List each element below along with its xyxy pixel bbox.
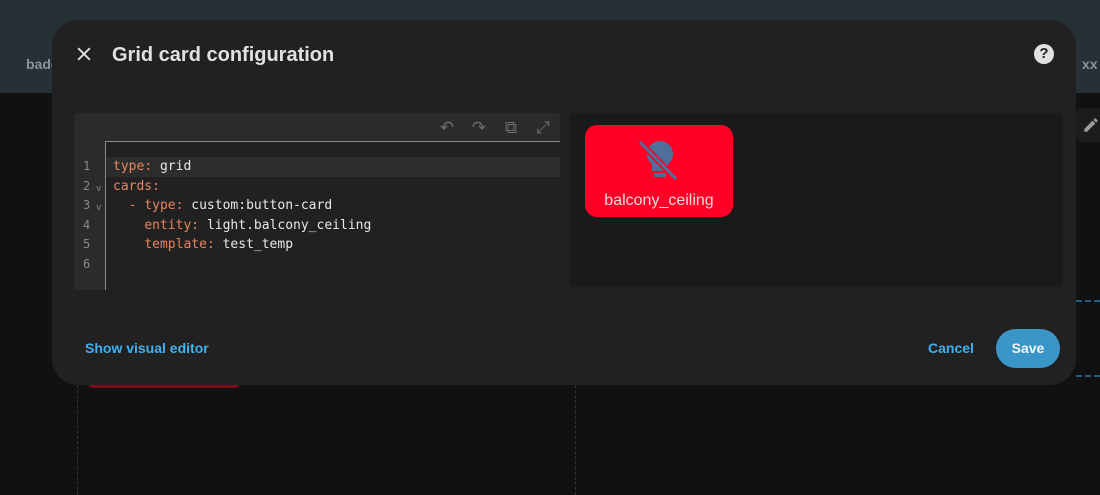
redo-icon[interactable]: ↷ bbox=[468, 117, 490, 139]
card-config-dialog: Grid card configuration ? ↶ ↷ ⧉ ⤢ 1 2v 3… bbox=[52, 20, 1076, 385]
background-card bbox=[1076, 108, 1100, 142]
code-line[interactable]: type: grid bbox=[106, 157, 560, 177]
yaml-editor: ↶ ↷ ⧉ ⤢ 1 2v 3v 4 5 6 type: grid cards: … bbox=[74, 113, 560, 290]
card-preview: balcony_ceiling bbox=[570, 113, 1063, 287]
cancel-button[interactable]: Cancel bbox=[928, 340, 974, 356]
dialog-title: Grid card configuration bbox=[112, 44, 335, 66]
line-number: 6 bbox=[83, 256, 91, 271]
line-number: 2v bbox=[74, 177, 105, 197]
layout-guide bbox=[77, 385, 78, 495]
save-button[interactable]: Save bbox=[996, 329, 1060, 368]
editor-toolbar: ↶ ↷ ⧉ ⤢ bbox=[436, 117, 554, 139]
close-icon[interactable] bbox=[74, 44, 94, 64]
line-number: 4 bbox=[83, 217, 91, 232]
copy-icon[interactable]: ⧉ bbox=[500, 117, 522, 139]
help-icon[interactable]: ? bbox=[1034, 44, 1054, 64]
layout-guide bbox=[575, 385, 576, 495]
lightbulb-off-icon bbox=[637, 139, 679, 182]
show-visual-editor-button[interactable]: Show visual editor bbox=[85, 340, 209, 356]
button-card[interactable]: balcony_ceiling bbox=[585, 125, 733, 217]
code-line[interactable]: cards: bbox=[106, 177, 560, 197]
code-line[interactable]: entity: light.balcony_ceiling bbox=[106, 216, 560, 236]
layout-guide bbox=[1076, 375, 1100, 377]
undo-icon[interactable]: ↶ bbox=[436, 117, 458, 139]
code-area[interactable]: type: grid cards: - type: custom:button-… bbox=[105, 141, 560, 290]
fullscreen-icon[interactable]: ⤢ bbox=[532, 117, 554, 139]
button-card-name: balcony_ceiling bbox=[604, 192, 714, 209]
code-line[interactable] bbox=[106, 255, 560, 275]
line-number: 3v bbox=[74, 196, 105, 216]
code-line[interactable]: - type: custom:button-card bbox=[106, 196, 560, 216]
background-tab-label: xx bbox=[1082, 56, 1098, 72]
line-number: 5 bbox=[83, 237, 91, 251]
line-number: 1 bbox=[83, 159, 91, 173]
pencil-icon[interactable] bbox=[1082, 116, 1100, 134]
layout-guide bbox=[1076, 300, 1100, 302]
code-line[interactable]: template: test_temp bbox=[106, 235, 560, 255]
line-gutter: 1 2v 3v 4 5 6 bbox=[74, 157, 105, 274]
